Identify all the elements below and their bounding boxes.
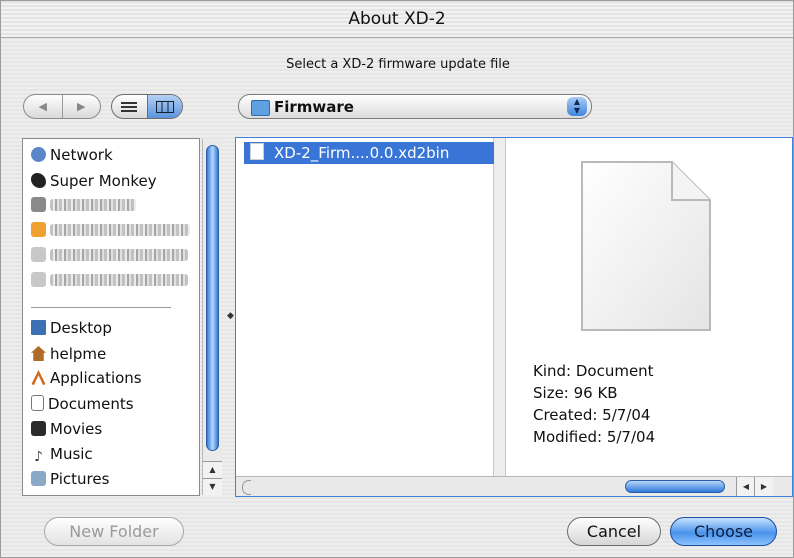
sidebar: Network Super Monkey Desktop helpme Appl…	[22, 138, 200, 496]
cancel-button[interactable]: Cancel	[567, 517, 661, 546]
applications-icon	[31, 370, 46, 385]
document-preview-icon	[581, 161, 711, 331]
globe-icon	[31, 147, 46, 162]
folder-icon	[251, 100, 270, 116]
obscured-label	[50, 224, 190, 236]
sidebar-item-applications[interactable]: Applications	[31, 367, 142, 389]
file-name: XD-2_Firm....0.0.xd2bin	[274, 144, 450, 162]
sidebar-item-desktop[interactable]: Desktop	[31, 317, 112, 339]
view-mode-control	[111, 94, 183, 119]
list-view-icon[interactable]	[112, 95, 147, 118]
sidebar-item-super-monkey[interactable]: Super Monkey	[31, 170, 157, 192]
scrollbar-thumb[interactable]	[625, 480, 725, 493]
file-row-selected[interactable]: XD-2_Firm....0.0.xd2bin	[244, 142, 494, 164]
file-kind: Kind: Document	[533, 362, 654, 380]
splitter-handle-icon[interactable]: ◆	[227, 311, 234, 321]
column-view-icon[interactable]	[146, 95, 182, 118]
monkey-icon	[31, 173, 46, 188]
sidebar-item-pictures[interactable]: Pictures	[31, 468, 109, 490]
disk-icon	[31, 222, 46, 237]
sidebar-item-obscured-volume[interactable]	[31, 219, 190, 241]
scrollbar-track-cap	[242, 480, 251, 495]
sidebar-item-label: helpme	[50, 345, 107, 363]
window-title: About XD-2	[1, 1, 793, 38]
scroll-up-arrow-icon[interactable]: ▲	[203, 461, 222, 478]
file-browser: XD-2_Firm....0.0.xd2bin Kind: Document S…	[235, 137, 793, 497]
sidebar-item-documents[interactable]: Documents	[31, 393, 134, 415]
scrollbar-thumb[interactable]	[206, 145, 219, 451]
scroll-right-arrow-icon[interactable]: ▶	[754, 477, 773, 496]
new-folder-button[interactable]: New Folder	[44, 517, 184, 546]
sidebar-item-label: Applications	[50, 369, 142, 387]
forward-arrow-icon[interactable]: ▶	[61, 95, 101, 118]
sidebar-item-obscured-volume[interactable]	[31, 194, 136, 216]
location-popup[interactable]: Firmware ▲ ▼	[238, 94, 592, 119]
pictures-icon	[31, 471, 46, 486]
obscured-label	[50, 199, 136, 211]
scroll-down-arrow-icon[interactable]: ▼	[203, 478, 222, 495]
column-resize-strip[interactable]	[494, 138, 506, 476]
disk-icon	[31, 197, 46, 212]
disk-icon	[31, 272, 46, 287]
desktop-icon	[31, 320, 46, 335]
sidebar-item-label: Documents	[48, 395, 134, 413]
popup-arrows-icon: ▲ ▼	[567, 97, 587, 116]
file-column: XD-2_Firm....0.0.xd2bin	[236, 138, 494, 476]
sidebar-item-network[interactable]: Network	[31, 144, 113, 166]
document-icon	[250, 143, 264, 160]
music-icon: ♪	[34, 449, 43, 465]
sidebar-item-label: Network	[50, 146, 113, 164]
sidebar-item-movies[interactable]: Movies	[31, 418, 102, 440]
sidebar-item-label: Music	[50, 445, 93, 463]
sidebar-item-label: Super Monkey	[50, 172, 157, 190]
sidebar-item-obscured-volume[interactable]	[31, 244, 188, 266]
obscured-label	[50, 249, 188, 261]
sidebar-item-home[interactable]: helpme	[31, 343, 106, 365]
disk-icon	[31, 247, 46, 262]
back-forward-control: ◀ ▶	[23, 94, 101, 119]
sidebar-item-label: Desktop	[50, 319, 112, 337]
file-size: Size: 96 KB	[533, 384, 618, 402]
movies-icon	[31, 421, 46, 436]
sidebar-item-obscured-volume[interactable]	[31, 269, 188, 291]
file-created: Created: 5/7/04	[533, 406, 651, 424]
location-label: Firmware	[274, 98, 354, 116]
sidebar-scrollbar[interactable]: ▲ ▼	[202, 139, 222, 495]
file-modified: Modified: 5/7/04	[533, 428, 656, 446]
dialog-window: About XD-2 Select a XD-2 firmware update…	[0, 0, 794, 558]
sidebar-item-music[interactable]: ♪ Music	[31, 443, 93, 465]
home-icon	[31, 346, 46, 361]
sidebar-item-label: Movies	[50, 420, 103, 438]
choose-button[interactable]: Choose	[670, 517, 777, 546]
file-info: Kind: Document Size: 96 KB Created: 5/7/…	[533, 360, 655, 448]
documents-icon	[31, 395, 44, 411]
back-arrow-icon[interactable]: ◀	[24, 95, 62, 118]
sidebar-divider	[31, 307, 171, 308]
obscured-label	[50, 274, 188, 286]
horizontal-scrollbar[interactable]: ◀ ▶	[236, 476, 792, 496]
dialog-prompt: Select a XD-2 firmware update file	[286, 57, 510, 72]
sidebar-item-label: Pictures	[50, 470, 110, 488]
scroll-left-arrow-icon[interactable]: ◀	[736, 477, 755, 496]
